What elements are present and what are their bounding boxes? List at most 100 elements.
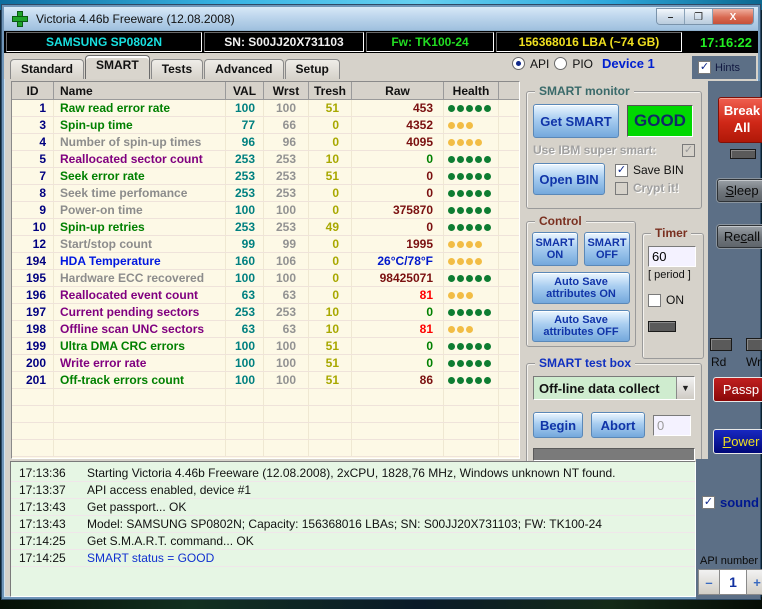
health-dot-icon bbox=[475, 139, 482, 146]
power-button[interactable]: Power bbox=[713, 429, 762, 454]
control-group-label: Control bbox=[535, 214, 586, 228]
passp-button[interactable]: Passp bbox=[713, 377, 762, 402]
smart-on-button[interactable]: SMART ON bbox=[532, 232, 578, 266]
recall-button[interactable]: Recall bbox=[717, 225, 762, 248]
health-dot-icon bbox=[475, 105, 482, 112]
recall-label: Recall bbox=[724, 229, 760, 244]
health-dot-icon bbox=[475, 224, 482, 231]
dropdown-arrow-icon[interactable]: ▼ bbox=[676, 377, 694, 399]
smart-attributes-table: ID Name VAL Wrst Tresh Raw Health 1Raw r… bbox=[11, 81, 520, 459]
log-entry-text: Get passport... OK bbox=[73, 500, 186, 514]
smart-attribute-row[interactable]: 8Seek time perfomance25325300 bbox=[12, 185, 519, 202]
tab-advanced[interactable]: Advanced bbox=[204, 59, 283, 79]
smart-attribute-row[interactable]: 201Off-track errors count1001005186 bbox=[12, 372, 519, 389]
app-green-cross-icon bbox=[12, 11, 28, 27]
spinner-decrement-button[interactable]: – bbox=[698, 569, 720, 595]
health-dots bbox=[444, 236, 499, 252]
title-bar[interactable]: Victoria 4.46b Freeware (12.08.2008) – ❐… bbox=[4, 7, 758, 31]
smart-attribute-row[interactable]: 3Spin-up time776604352 bbox=[12, 117, 519, 134]
event-log: 17:13:36Starting Victoria 4.46b Freeware… bbox=[10, 461, 696, 597]
smart-attribute-row[interactable]: 197Current pending sectors253253100 bbox=[12, 304, 519, 321]
empty-table-row bbox=[12, 389, 519, 406]
abort-test-button[interactable]: Abort bbox=[591, 412, 645, 438]
health-dot-icon bbox=[457, 326, 464, 333]
timer-period-input[interactable] bbox=[648, 246, 696, 267]
auto-save-attributes-off-button[interactable]: Auto Save attributes OFF bbox=[532, 310, 630, 342]
health-dot-icon bbox=[475, 207, 482, 214]
timer-on-checkbox[interactable] bbox=[648, 294, 661, 307]
read-activity-indicator bbox=[710, 338, 732, 351]
spinner-increment-button[interactable]: + bbox=[746, 569, 762, 595]
api-radio-label: API bbox=[530, 57, 549, 71]
maximize-button[interactable]: ❐ bbox=[685, 9, 713, 25]
health-dot-icon bbox=[448, 224, 455, 231]
pio-radio[interactable] bbox=[554, 57, 567, 70]
health-dot-icon bbox=[466, 241, 473, 248]
health-dot-icon bbox=[466, 122, 473, 129]
log-entry-time: 17:13:43 bbox=[11, 517, 73, 531]
health-dot-icon bbox=[466, 156, 473, 163]
minimize-button[interactable]: – bbox=[657, 9, 685, 25]
smart-attribute-row[interactable]: 10Spin-up retries253253490 bbox=[12, 219, 519, 236]
health-dot-icon bbox=[457, 190, 464, 197]
hints-checkbox[interactable]: ✓ bbox=[698, 61, 711, 74]
begin-test-button[interactable]: Begin bbox=[533, 412, 583, 438]
header-val: VAL bbox=[226, 82, 264, 99]
use-ibm-super-smart-checkbox: ✓ bbox=[682, 144, 695, 157]
smart-attribute-row[interactable]: 194HDA Temperature160106026°C/78°F bbox=[12, 253, 519, 270]
write-activity-indicator bbox=[746, 338, 762, 351]
health-dot-icon bbox=[466, 258, 473, 265]
smart-off-button[interactable]: SMART OFF bbox=[584, 232, 630, 266]
smart-attribute-row[interactable]: 4Number of spin-up times969604095 bbox=[12, 134, 519, 151]
get-smart-button[interactable]: Get SMART bbox=[533, 104, 619, 138]
health-dot-icon bbox=[448, 275, 455, 282]
test-select-dropdown[interactable]: Off-line data collect ▼ bbox=[533, 376, 695, 400]
health-dots bbox=[444, 168, 499, 184]
test-select-value: Off-line data collect bbox=[534, 377, 676, 399]
health-dot-icon bbox=[475, 275, 482, 282]
smart-attribute-row[interactable]: 198Offline scan UNC sectors63631081 bbox=[12, 321, 519, 338]
health-dot-icon bbox=[448, 207, 455, 214]
smart-attribute-row[interactable]: 12Start/stop count999901995 bbox=[12, 236, 519, 253]
health-dots bbox=[444, 355, 499, 371]
close-button[interactable]: X bbox=[713, 9, 753, 25]
health-dot-icon bbox=[475, 156, 482, 163]
break-all-button[interactable]: Break All bbox=[718, 97, 762, 143]
smart-attribute-row[interactable]: 196Reallocated event count6363081 bbox=[12, 287, 519, 304]
tab-standard[interactable]: Standard bbox=[10, 59, 84, 79]
drive-serial: SN: S00JJ20X731103 bbox=[204, 32, 364, 52]
smart-attribute-row[interactable]: 195Hardware ECC recovered100100098425071 bbox=[12, 270, 519, 287]
tab-setup[interactable]: Setup bbox=[285, 59, 340, 79]
smart-attribute-row[interactable]: 200Write error rate100100510 bbox=[12, 355, 519, 372]
health-dots bbox=[444, 202, 499, 218]
health-dot-icon bbox=[484, 190, 491, 197]
health-dot-icon bbox=[466, 105, 473, 112]
health-dot-icon bbox=[448, 326, 455, 333]
smart-attribute-row[interactable]: 7Seek error rate253253510 bbox=[12, 168, 519, 185]
save-bin-checkbox[interactable]: ✓ bbox=[615, 164, 628, 177]
health-dot-icon bbox=[466, 360, 473, 367]
log-entry-time: 17:13:37 bbox=[11, 483, 73, 497]
window-controls: – ❐ X bbox=[656, 8, 754, 25]
health-dot-icon bbox=[457, 105, 464, 112]
api-radio[interactable] bbox=[512, 57, 525, 70]
health-dot-icon bbox=[457, 122, 464, 129]
test-counter-field bbox=[653, 415, 691, 436]
auto-save-attributes-on-button[interactable]: Auto Save attributes ON bbox=[532, 272, 630, 304]
smart-attribute-row[interactable]: 1Raw read error rate10010051453 bbox=[12, 100, 519, 117]
sound-checkbox[interactable]: ✓ bbox=[702, 496, 715, 509]
tab-smart[interactable]: SMART bbox=[85, 55, 150, 79]
health-dots bbox=[444, 151, 499, 167]
drive-capacity: 156368016 LBA (~74 GB) bbox=[496, 32, 682, 52]
open-bin-button[interactable]: Open BIN bbox=[533, 163, 605, 195]
log-entry: 17:14:25SMART status = GOOD bbox=[11, 550, 695, 567]
health-dot-icon bbox=[457, 241, 464, 248]
health-dot-icon bbox=[484, 377, 491, 384]
smart-attribute-row[interactable]: 9Power-on time1001000375870 bbox=[12, 202, 519, 219]
drive-info-bar: SAMSUNG SP0802N SN: S00JJ20X731103 Fw: T… bbox=[4, 31, 758, 53]
tab-tests[interactable]: Tests bbox=[151, 59, 203, 79]
smart-attribute-row[interactable]: 199Ultra DMA CRC errors100100510 bbox=[12, 338, 519, 355]
health-dot-icon bbox=[457, 309, 464, 316]
sleep-button[interactable]: Sleep bbox=[717, 179, 762, 202]
smart-attribute-row[interactable]: 5Reallocated sector count253253100 bbox=[12, 151, 519, 168]
